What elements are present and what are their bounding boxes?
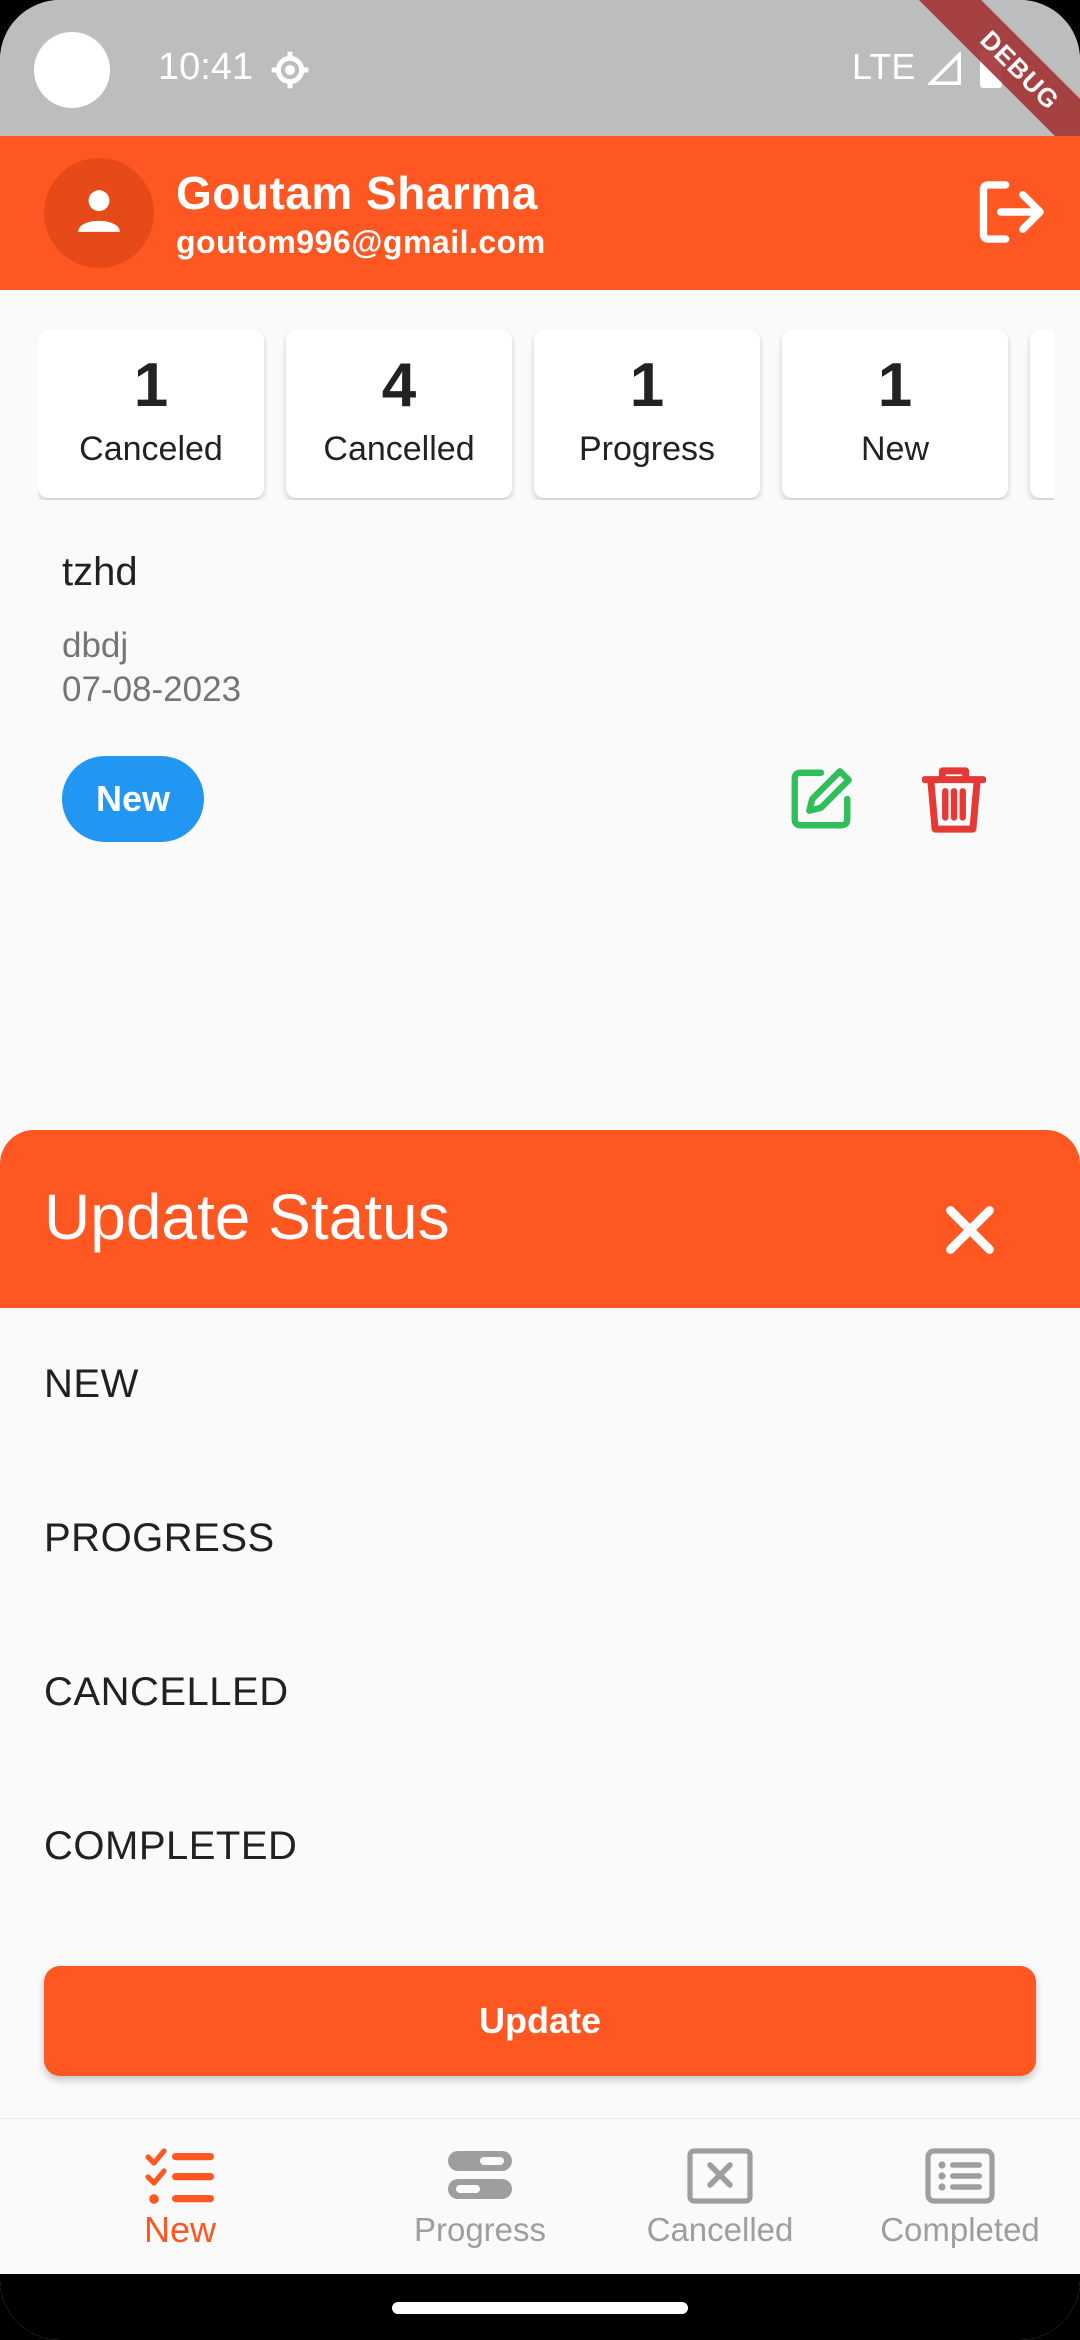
status-badge: New [62,756,204,842]
nav-tab-completed[interactable]: Completed [860,2119,1060,2275]
card-label: Canceled [79,430,223,468]
summary-card-canceled: 1 Canceled [38,330,264,498]
edit-icon[interactable] [786,764,856,834]
summary-card-partial [1030,330,1054,498]
camera-cutout [34,32,110,108]
summary-card-cancelled: 4 Cancelled [286,330,512,498]
status-option-progress[interactable]: PROGRESS [44,1516,275,1561]
signal-icon [928,52,961,85]
task-date: 07-08-2023 [62,670,242,709]
nav-label: Completed [880,2211,1040,2248]
settings-gear-icon [271,51,309,89]
update-button[interactable]: Update [44,1966,1036,2076]
sheet-title: Update Status [44,1181,450,1253]
progress-icon [448,2151,512,2199]
card-label: Progress [578,430,716,468]
card-count: 1 [629,351,665,420]
gesture-bar-area [0,2274,1080,2340]
close-icon[interactable] [944,1204,996,1256]
summary-card-progress: 1 Progress [534,330,760,498]
cancelled-icon [687,2148,753,2204]
person-icon [78,190,120,232]
checklist-icon [145,2148,214,2204]
status-option-completed[interactable]: COMPLETED [44,1824,297,1869]
update-status-sheet: Update Status NEW PROGRESS CANCELLED COM… [0,1130,1080,2130]
app-header: Goutam Sharma goutom996@gmail.com [0,136,1080,290]
task-description: dbdj [62,626,129,665]
nav-tab-new[interactable]: New [60,2119,300,2275]
nav-label: New [143,2209,217,2250]
summary-cards: 1 Canceled 4 Cancelled 1 Progress 1 New [38,330,1054,500]
card-count: 4 [381,351,417,420]
bottom-navigation: New Progress Cancelled Completed [0,2118,1080,2275]
card-label: New [860,430,930,468]
status-option-new[interactable]: NEW [44,1362,139,1407]
nav-tab-cancelled[interactable]: Cancelled [620,2119,820,2275]
network-type: LTE [852,46,916,87]
card-count: 1 [877,351,913,420]
avatar[interactable] [44,158,154,268]
task-title: tzhd [62,550,138,594]
nav-tab-progress[interactable]: Progress [380,2119,580,2275]
summary-card-new: 1 New [782,330,1008,498]
logout-icon[interactable] [978,180,1048,244]
status-option-cancelled[interactable]: CANCELLED [44,1670,289,1715]
sheet-header: Update Status [0,1130,1080,1308]
delete-icon[interactable] [922,764,986,836]
nav-label: Progress [413,2211,547,2248]
app-screen: 10:41 LTE DEBUG Goutam Sharma goutom996@… [0,0,1080,2340]
home-gesture-handle[interactable] [392,2302,688,2314]
status-time: 10:41 [158,46,254,88]
completed-list-icon [925,2148,995,2204]
user-name: Goutam Sharma [176,167,538,219]
nav-label: Cancelled [646,2211,794,2248]
card-count: 1 [133,351,169,420]
user-email: goutom996@gmail.com [176,224,546,260]
card-label: Cancelled [323,430,475,468]
status-bar: 10:41 LTE DEBUG [0,0,1080,178]
